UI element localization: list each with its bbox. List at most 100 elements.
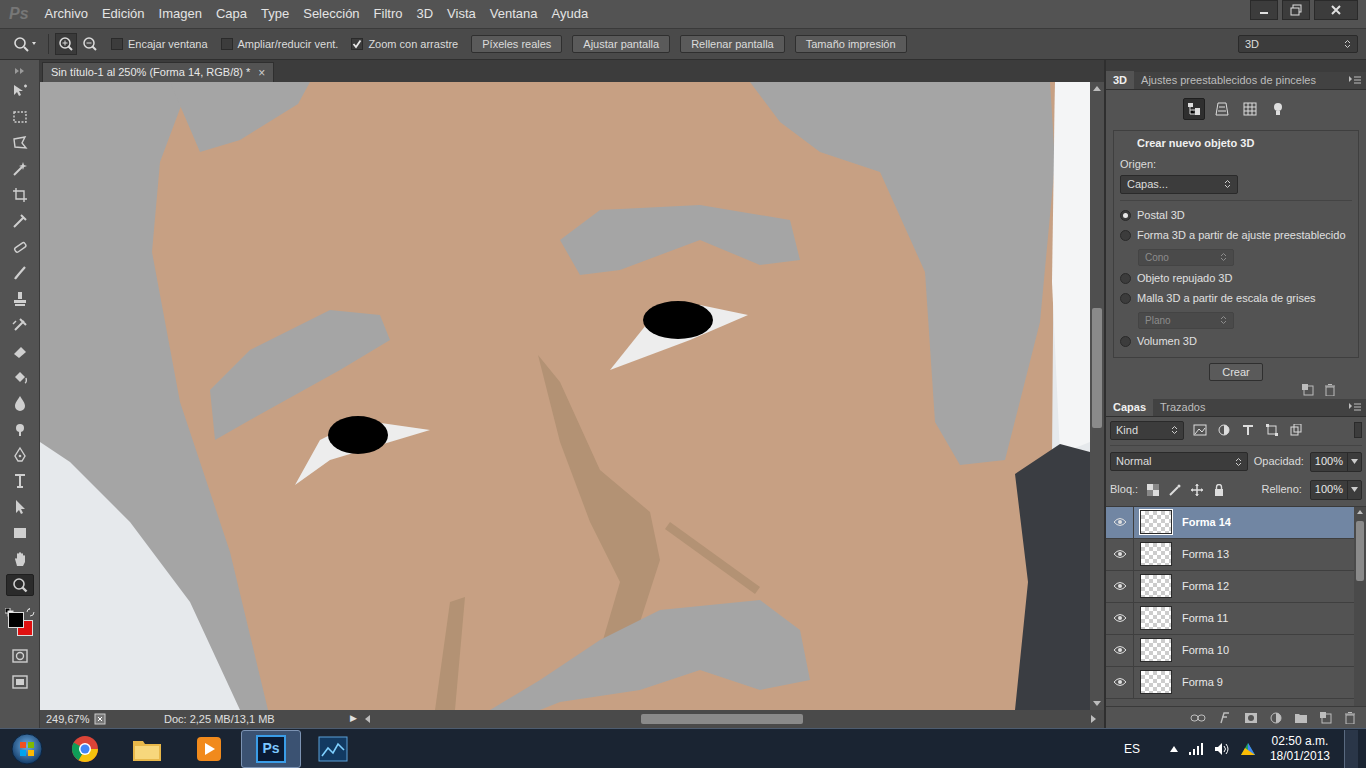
restore-icon[interactable] xyxy=(1282,0,1310,20)
option-button[interactable]: Tamaño impresión xyxy=(795,35,907,54)
menu-item[interactable]: Ventana xyxy=(483,4,545,24)
opacity-field[interactable]: 100% xyxy=(1310,452,1362,472)
taskbar-app[interactable] xyxy=(303,730,363,768)
volume-icon[interactable] xyxy=(1214,742,1230,756)
checkbox[interactable] xyxy=(351,38,363,50)
tool-icon[interactable] xyxy=(6,210,34,232)
taskbar-app[interactable] xyxy=(55,730,115,768)
checkbox-option[interactable]: Encajar ventana xyxy=(111,36,208,53)
option-button[interactable]: Ajustar pantalla xyxy=(572,35,670,54)
tool-icon[interactable] xyxy=(6,444,34,466)
vertical-scroll-thumb[interactable] xyxy=(1092,308,1102,428)
swap-colors-icon[interactable] xyxy=(26,608,35,617)
menu-item[interactable]: Type xyxy=(254,4,296,24)
checkbox-option[interactable]: Ampliar/reducir vent. xyxy=(221,36,339,53)
tool-icon[interactable] xyxy=(6,262,34,284)
menu-item[interactable]: Vista xyxy=(440,4,483,24)
layer-row[interactable]: Forma 11 xyxy=(1106,603,1354,635)
tool-icon[interactable] xyxy=(6,314,34,336)
filter-toggle[interactable] xyxy=(1354,422,1362,438)
tool-icon[interactable] xyxy=(6,80,34,102)
view-filter-icon[interactable] xyxy=(1239,98,1261,120)
zoom-level[interactable]: 249,67% xyxy=(40,711,92,728)
layer-filter-icon[interactable] xyxy=(1192,422,1208,438)
tool-icon[interactable] xyxy=(6,548,34,570)
radio-option[interactable]: Volumen 3D xyxy=(1120,333,1352,351)
radio-option[interactable]: Malla 3D a partir de escala de grises xyxy=(1120,290,1352,308)
checkbox[interactable] xyxy=(221,38,233,50)
view-filter-icon[interactable] xyxy=(1211,98,1233,120)
menu-item[interactable]: Capa xyxy=(209,4,254,24)
visibility-eye-icon[interactable] xyxy=(1106,570,1134,602)
layer-row[interactable]: Forma 14 xyxy=(1106,507,1354,539)
taskbar-app[interactable]: Ps xyxy=(241,730,301,768)
layer-filter-icon[interactable] xyxy=(1264,422,1280,438)
menu-item[interactable]: Filtro xyxy=(367,4,410,24)
layer-row[interactable]: Forma 9 xyxy=(1106,667,1354,699)
language-indicator[interactable]: ES xyxy=(1124,740,1140,758)
panel-menu-icon[interactable] xyxy=(1344,398,1366,416)
menu-item[interactable]: Ayuda xyxy=(545,4,596,24)
delete-icon[interactable] xyxy=(1324,384,1336,396)
tool-icon[interactable] xyxy=(6,106,34,128)
taskbar-app[interactable] xyxy=(179,730,239,768)
show-desktop-button[interactable] xyxy=(1344,730,1358,768)
layer-action-icon[interactable] xyxy=(1294,712,1308,724)
lock-icon[interactable] xyxy=(1212,483,1226,497)
document-tab[interactable]: Sin título-1 al 250% (Forma 14, RGB/8) *… xyxy=(42,62,274,82)
opacity-dropdown-icon[interactable] xyxy=(1347,453,1361,471)
scroll-up-icon[interactable] xyxy=(1357,507,1363,517)
minimize-icon[interactable] xyxy=(1250,0,1278,20)
layer-row[interactable]: Forma 10 xyxy=(1106,635,1354,667)
filter-select[interactable]: Kind xyxy=(1110,421,1184,440)
panel-tab[interactable]: 3D xyxy=(1106,71,1134,89)
drive-sync-icon[interactable] xyxy=(1240,742,1256,756)
checkbox[interactable] xyxy=(111,38,123,50)
visibility-eye-icon[interactable] xyxy=(1106,538,1134,570)
artwork-canvas[interactable] xyxy=(40,82,1090,710)
layer-action-icon[interactable] xyxy=(1190,713,1206,723)
horizontal-scroll-thumb[interactable] xyxy=(641,714,803,724)
option-button[interactable]: Rellenar pantalla xyxy=(680,35,785,54)
tool-icon[interactable] xyxy=(6,574,34,596)
zoom-in-icon[interactable] xyxy=(55,33,77,55)
layers-scroll-thumb[interactable] xyxy=(1356,521,1364,581)
zoom-tool-icon[interactable] xyxy=(8,33,42,55)
tool-icon[interactable] xyxy=(6,158,34,180)
new-item-icon[interactable] xyxy=(1302,384,1314,396)
panel-tab[interactable]: Ajustes preestablecidos de pinceles xyxy=(1134,71,1323,89)
tool-icon[interactable] xyxy=(6,340,34,362)
visibility-eye-icon[interactable] xyxy=(1106,634,1134,666)
tool-icon[interactable] xyxy=(6,132,34,154)
source-select[interactable]: Capas... xyxy=(1120,175,1238,194)
blend-mode-select[interactable]: Normal xyxy=(1110,452,1248,471)
status-menu-button[interactable]: ▶ xyxy=(346,712,361,726)
taskbar-app[interactable] xyxy=(117,730,177,768)
option-button[interactable]: Píxeles reales xyxy=(471,35,562,54)
layer-action-icon[interactable] xyxy=(1270,712,1282,724)
fill-field[interactable]: 100% xyxy=(1310,480,1362,500)
layer-action-icon[interactable] xyxy=(1320,712,1332,724)
fill-dropdown-icon[interactable] xyxy=(1347,481,1361,499)
layer-action-icon[interactable] xyxy=(1218,712,1232,724)
panel-tab[interactable]: Capas xyxy=(1106,398,1153,416)
quick-mask-icon[interactable] xyxy=(12,646,28,666)
layer-row[interactable]: Forma 12 xyxy=(1106,571,1354,603)
share-icon[interactable] xyxy=(92,713,108,725)
view-filter-icon[interactable] xyxy=(1183,98,1205,120)
start-button-icon[interactable] xyxy=(0,729,54,768)
close-tab-button[interactable]: × xyxy=(258,67,265,79)
collapse-icon[interactable] xyxy=(15,64,25,78)
tool-icon[interactable] xyxy=(6,366,34,388)
layer-action-icon[interactable] xyxy=(1244,712,1258,724)
layer-filter-icon[interactable] xyxy=(1288,422,1304,438)
visibility-eye-icon[interactable] xyxy=(1106,602,1134,634)
radio-button[interactable] xyxy=(1120,336,1131,347)
radio-button[interactable] xyxy=(1120,210,1131,221)
menu-item[interactable]: Edición xyxy=(95,4,152,24)
tool-icon[interactable] xyxy=(6,470,34,492)
clock[interactable]: 02:50 a.m.18/01/2013 xyxy=(1266,734,1334,764)
panel-tab[interactable]: Trazados xyxy=(1153,398,1212,416)
menu-item[interactable]: Selección xyxy=(296,4,366,24)
radio-button[interactable] xyxy=(1120,230,1131,241)
